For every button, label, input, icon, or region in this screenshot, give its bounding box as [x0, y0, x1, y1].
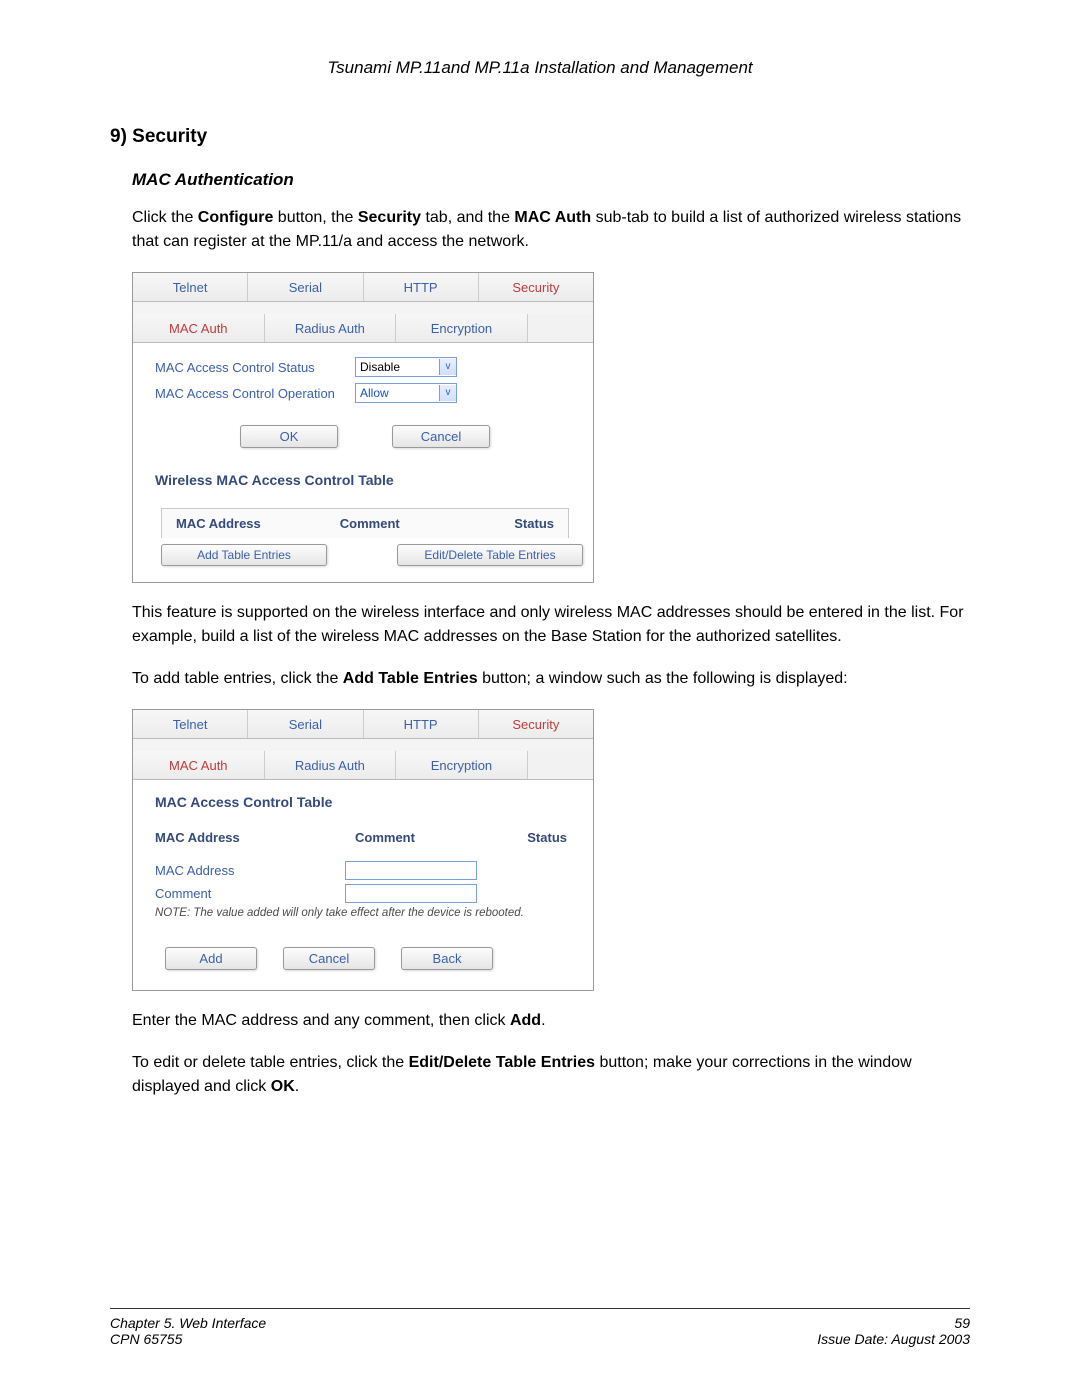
- subtab-mac-auth[interactable]: MAC Auth: [133, 314, 265, 342]
- section-heading: 9) Security: [110, 126, 970, 148]
- column-header-row: MAC Address Comment Status: [155, 830, 575, 845]
- col-status: Status: [525, 830, 575, 845]
- col-comment: Comment: [340, 516, 466, 531]
- tab-security[interactable]: Security: [479, 273, 593, 301]
- bold-configure: Configure: [198, 209, 274, 226]
- document-page: Tsunami MP.11and MP.11a Installation and…: [0, 0, 1080, 1397]
- reboot-note: NOTE: The value added will only take eff…: [155, 907, 575, 919]
- cancel-button[interactable]: Cancel: [283, 947, 375, 970]
- bold-mac-auth: MAC Auth: [514, 209, 591, 226]
- subtab-encryption[interactable]: Encryption: [396, 751, 528, 779]
- top-tab-row: Telnet Serial HTTP Security: [133, 710, 593, 739]
- text: Click the: [132, 209, 198, 226]
- label-mac-status: MAC Access Control Status: [155, 360, 355, 375]
- footer-issue-date: Issue Date: August 2003: [817, 1331, 970, 1347]
- paragraph-1: Click the Configure button, the Security…: [132, 206, 970, 254]
- cancel-button[interactable]: Cancel: [392, 425, 490, 448]
- col-mac-address: MAC Address: [176, 516, 340, 531]
- comment-input[interactable]: [345, 884, 477, 903]
- text: .: [541, 1012, 545, 1029]
- tab-http[interactable]: HTTP: [364, 273, 479, 301]
- ok-button[interactable]: OK: [240, 425, 338, 448]
- panel-body: MAC Access Control Table MAC Address Com…: [133, 780, 593, 990]
- subtab-mac-auth[interactable]: MAC Auth: [133, 751, 265, 779]
- sub-tab-row: MAC Auth Radius Auth Encryption .: [133, 751, 593, 780]
- sub-tab-row: MAC Auth Radius Auth Encryption .: [133, 314, 593, 343]
- tab-serial[interactable]: Serial: [248, 710, 363, 738]
- tab-telnet[interactable]: Telnet: [133, 710, 248, 738]
- text: tab, and the: [421, 209, 514, 226]
- select-mac-status[interactable]: Disable v: [355, 357, 457, 377]
- col-mac-address: MAC Address: [155, 830, 355, 845]
- panel-body: MAC Access Control Status Disable v MAC …: [133, 343, 593, 582]
- text: Enter the MAC address and any comment, t…: [132, 1012, 510, 1029]
- col-comment: Comment: [355, 830, 525, 845]
- text: button, the: [273, 209, 358, 226]
- subtab-encryption[interactable]: Encryption: [396, 314, 528, 342]
- paragraph-4: Enter the MAC address and any comment, t…: [132, 1009, 970, 1033]
- add-button[interactable]: Add: [165, 947, 257, 970]
- chevron-down-icon[interactable]: v: [439, 385, 456, 401]
- edit-delete-table-entries-button[interactable]: Edit/Delete Table Entries: [397, 544, 583, 566]
- screenshot-mac-auth-config: Telnet Serial HTTP Security MAC Auth Rad…: [132, 272, 594, 583]
- add-table-entries-button[interactable]: Add Table Entries: [161, 544, 327, 566]
- bold-ok: OK: [271, 1078, 295, 1095]
- tab-serial[interactable]: Serial: [248, 273, 363, 301]
- text: .: [295, 1078, 299, 1095]
- panel-title-mac-table: MAC Access Control Table: [155, 794, 575, 810]
- tab-http[interactable]: HTTP: [364, 710, 479, 738]
- subsection-heading: MAC Authentication: [132, 170, 970, 190]
- select-value: Allow: [356, 385, 439, 401]
- subtab-filler: .: [528, 314, 593, 342]
- mac-address-input[interactable]: [345, 861, 477, 880]
- select-mac-operation[interactable]: Allow v: [355, 383, 457, 403]
- tab-security[interactable]: Security: [479, 710, 593, 738]
- footer-cpn: CPN 65755: [110, 1331, 266, 1347]
- chevron-down-icon[interactable]: v: [439, 359, 456, 375]
- page-footer: Chapter 5. Web Interface CPN 65755 59 Is…: [110, 1308, 970, 1347]
- back-button[interactable]: Back: [401, 947, 493, 970]
- select-value: Disable: [356, 359, 439, 375]
- bold-add: Add: [510, 1012, 541, 1029]
- bold-add-table-entries: Add Table Entries: [343, 670, 478, 687]
- subtab-radius-auth[interactable]: Radius Auth: [265, 314, 397, 342]
- footer-chapter: Chapter 5. Web Interface: [110, 1315, 266, 1331]
- col-status: Status: [466, 516, 554, 531]
- bold-edit-delete: Edit/Delete Table Entries: [409, 1054, 595, 1071]
- paragraph-3: To add table entries, click the Add Tabl…: [132, 667, 970, 691]
- document-header-title: Tsunami MP.11and MP.11a Installation and…: [110, 58, 970, 78]
- mac-table-header: MAC Address Comment Status: [161, 508, 569, 538]
- footer-page-number: 59: [817, 1315, 970, 1331]
- top-tab-row: Telnet Serial HTTP Security: [133, 273, 593, 302]
- label-mac-address: MAC Address: [155, 863, 345, 878]
- label-comment: Comment: [155, 886, 345, 901]
- subtab-filler: .: [528, 751, 593, 779]
- paragraph-5: To edit or delete table entries, click t…: [132, 1051, 970, 1099]
- screenshot-add-mac-entry: Telnet Serial HTTP Security MAC Auth Rad…: [132, 709, 594, 991]
- text: button; a window such as the following i…: [478, 670, 848, 687]
- subtab-radius-auth[interactable]: Radius Auth: [265, 751, 397, 779]
- paragraph-2: This feature is supported on the wireles…: [132, 601, 970, 649]
- label-mac-operation: MAC Access Control Operation: [155, 386, 355, 401]
- panel-title-mac-table: Wireless MAC Access Control Table: [155, 472, 575, 488]
- text: To add table entries, click the: [132, 670, 343, 687]
- text: To edit or delete table entries, click t…: [132, 1054, 409, 1071]
- bold-security: Security: [358, 209, 421, 226]
- tab-telnet[interactable]: Telnet: [133, 273, 248, 301]
